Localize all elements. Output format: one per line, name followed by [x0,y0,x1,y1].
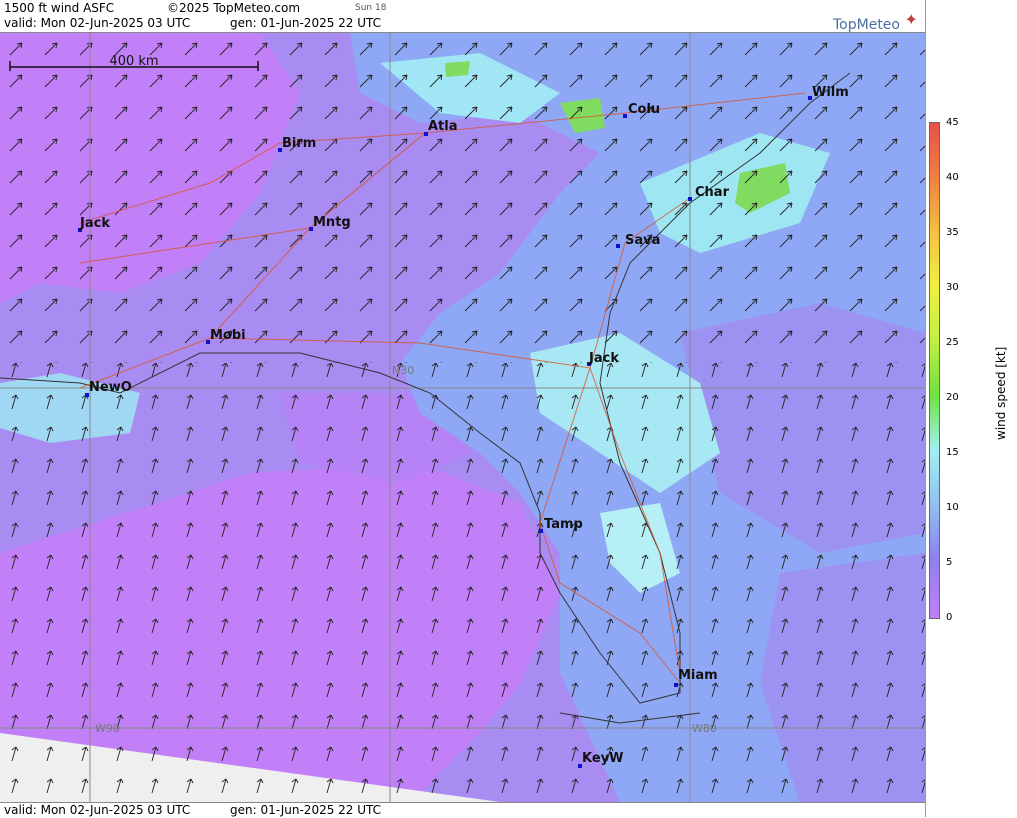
city-dot [539,529,543,533]
colorbar-tick: 15 [946,447,959,458]
wind-arrows-north [0,33,925,363]
lon-label-w80: W80 [692,722,717,735]
colorbar-tick: 45 [946,117,959,128]
copyright: ©2025 TopMeteo.com [167,1,301,15]
colorbar-tick: 25 [946,337,959,348]
colorbar-tick: 30 [946,282,959,293]
map-canvas: 400 km N30 W90 W80 Birm Atla Colu Wilm C… [0,33,925,802]
city-dot [674,683,678,687]
city-label: Birm [282,136,316,151]
logo-text: TopMeteo [833,17,900,33]
city-dot [623,114,627,118]
map-header: 1500 ft wind ASFC ©2025 TopMeteo.com Sun… [0,0,925,33]
colorbar-tick: 5 [946,557,953,568]
compass-icon: ✦ [904,10,918,29]
day-label: Sun 18 [355,3,387,13]
colorbar-tick: 35 [946,227,959,238]
topmeteo-logo: TopMeteo ✦ [833,10,918,33]
city-label: Mobi [210,328,246,343]
city-label: NewO [89,380,132,395]
colorbar [929,122,940,619]
city-dot [616,244,620,248]
map-footer: valid: Mon 02-Jun-2025 03 UTC gen: 01-Ju… [0,802,925,818]
map-title: 1500 ft wind ASFC [4,1,115,15]
colorbar-tick: 20 [946,392,959,403]
colorbar-tick: 0 [946,612,953,623]
wind-arrows-south [0,363,925,802]
city-label: Wilm [812,85,849,100]
lat-label: N30 [392,364,414,377]
city-label: Jack [588,351,619,366]
colorbar-tick: 40 [946,172,959,183]
city-label: Miam [678,668,718,683]
city-label: Mntg [313,215,351,230]
city-label: Jack [79,216,110,231]
wind-map[interactable]: 400 km N30 W90 W80 Birm Atla Colu Wilm C… [0,33,925,802]
lon-label-w90: W90 [95,722,120,735]
gen-time: gen: 01-Jun-2025 22 UTC [230,16,382,30]
footer-valid-time: valid: Mon 02-Jun-2025 03 UTC [4,803,191,817]
footer-gen-time: gen: 01-Jun-2025 22 UTC [230,803,382,817]
city-label: KeyW [582,751,623,766]
city-dot [688,197,692,201]
city-label: Atla [428,119,458,134]
colorbar-tick: 10 [946,502,959,513]
scale-label: 400 km [109,54,158,69]
colorbar-title: wind speed [kt] [994,346,1008,440]
city-label: Sava [625,233,660,248]
city-label: Colu [628,102,660,117]
city-label: Char [695,185,730,200]
valid-time: valid: Mon 02-Jun-2025 03 UTC [4,16,191,30]
city-label: Tamp [544,517,583,532]
